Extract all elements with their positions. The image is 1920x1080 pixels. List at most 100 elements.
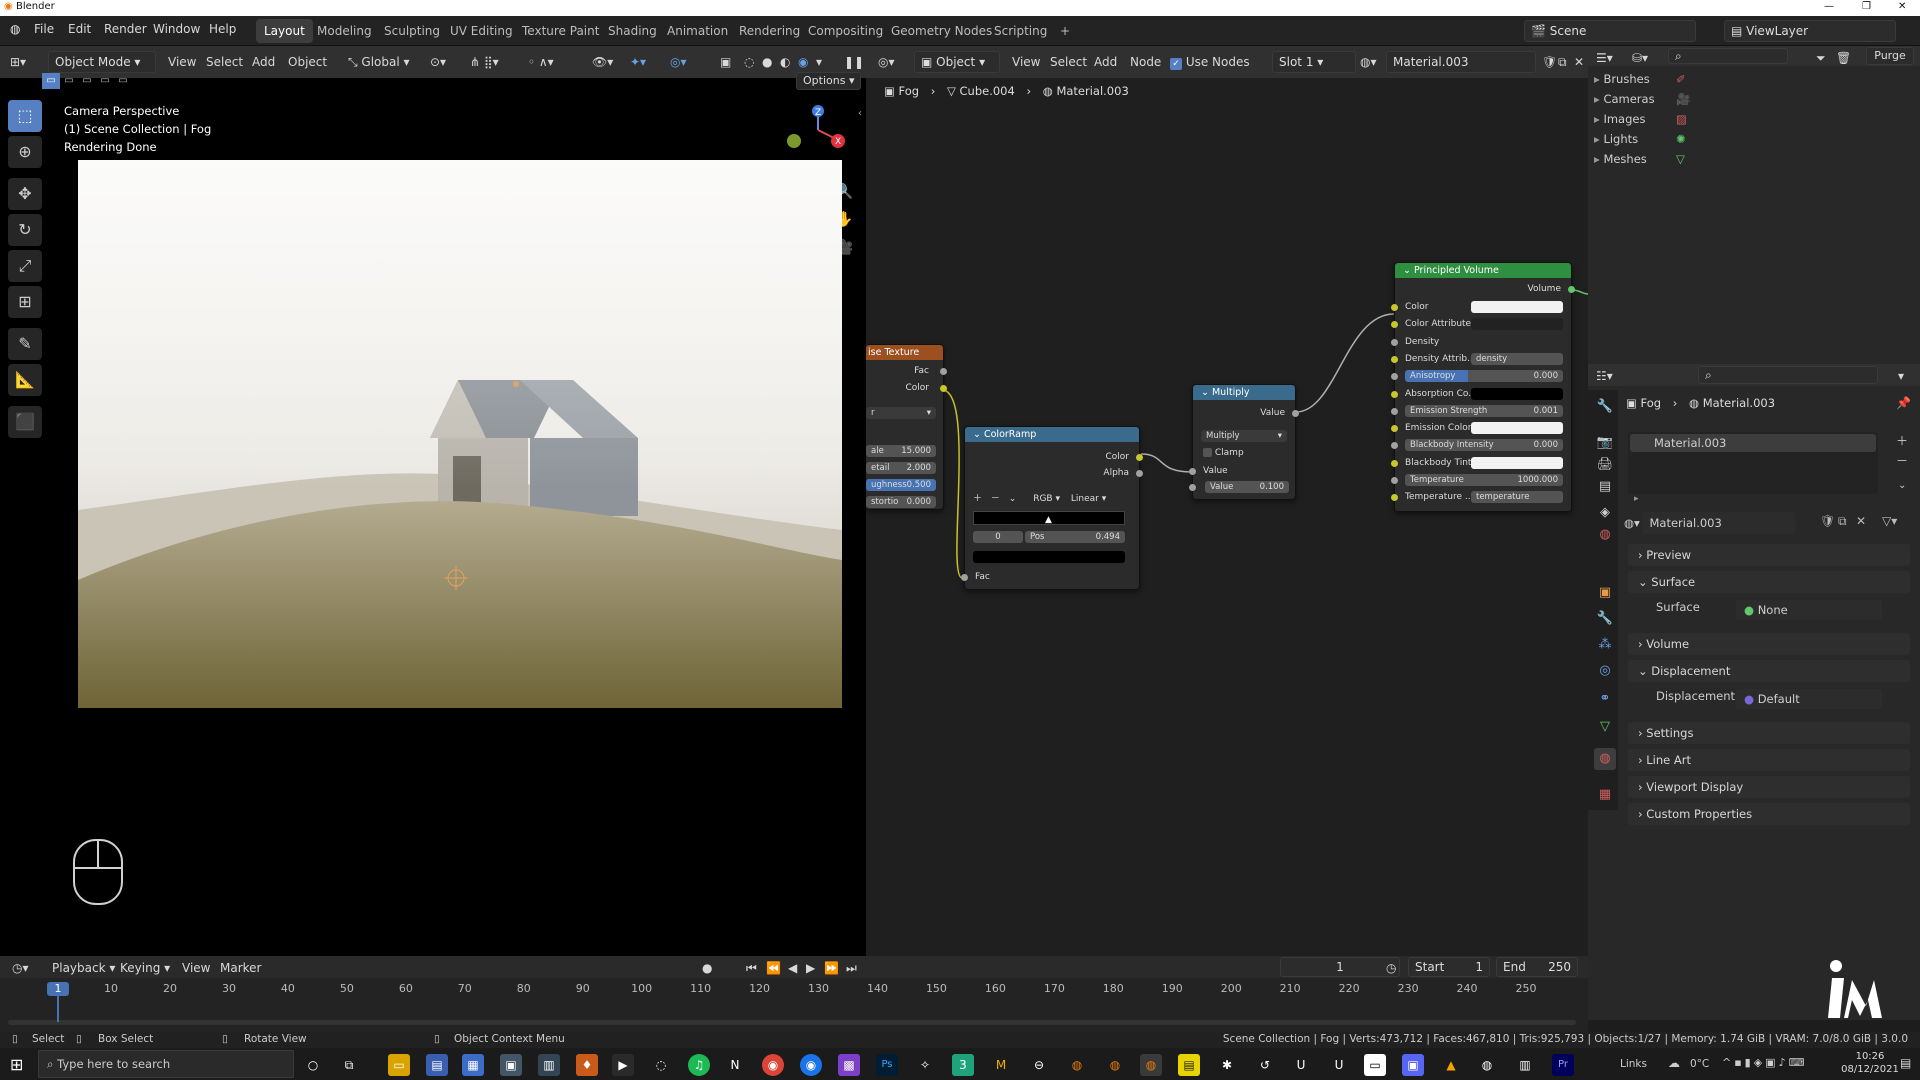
material-slot-item[interactable]: Material.003	[1630, 434, 1876, 452]
surface-shader-field[interactable]: ● None	[1736, 600, 1882, 620]
record-icon[interactable]: ●	[702, 958, 712, 978]
app-icon-11[interactable]: M	[990, 1054, 1012, 1076]
gizmo-y-axis[interactable]	[787, 134, 801, 148]
editor-type-icon[interactable]: ⊞▾	[10, 52, 26, 72]
jump-keyframe-forward-icon[interactable]: ⏩	[824, 958, 839, 978]
app-icon-3[interactable]: ▣	[500, 1054, 522, 1076]
volume-input-color[interactable]: Color	[1391, 301, 1571, 314]
volume-input-socket[interactable]	[1391, 459, 1398, 467]
multiply-output-socket[interactable]	[1292, 410, 1299, 417]
volume-input-socket[interactable]	[1391, 321, 1398, 329]
measure-tool-icon[interactable]: 📐	[8, 364, 42, 396]
view-layer-tab-icon[interactable]: ▤	[1594, 476, 1616, 498]
remove-stop-icon[interactable]: －	[991, 494, 1000, 504]
end-frame-field[interactable]: End 250	[1496, 957, 1578, 977]
app-icon-4[interactable]: ♦	[576, 1054, 598, 1076]
volume-input-value-field[interactable]: Temperature 1000.000	[1405, 474, 1563, 486]
noise-texture-node[interactable]: ise Texture Fac Color r ▾ ale 15.000 etail…	[866, 344, 947, 510]
shading-material-icon[interactable]: ◐	[780, 52, 790, 72]
app-icon-7[interactable]: N	[724, 1054, 746, 1076]
output-tab-icon[interactable]: 🖨	[1594, 454, 1616, 476]
multiply-value-field[interactable]: Value 0.100	[1205, 481, 1289, 493]
playback-menu[interactable]: Playback ▾	[52, 958, 115, 978]
pin-icon[interactable]: 📌	[1896, 396, 1911, 410]
viewport-menu-add[interactable]: Add	[252, 52, 275, 72]
volume-input-blackbody-intensity[interactable]: Blackbody IntensityBlackbody Intensity0.…	[1391, 439, 1571, 452]
tab-sculpting[interactable]: Sculpting	[376, 19, 448, 43]
play-reverse-icon[interactable]: ◀	[788, 958, 797, 978]
current-frame-field[interactable]: 1	[1280, 957, 1400, 977]
volume-input-color-attribute[interactable]: Color Attribute	[1391, 318, 1571, 331]
volume-input-absorption-co[interactable]: Absorption Co...	[1391, 387, 1571, 401]
panel-custom-properties[interactable]: › Custom Properties	[1628, 803, 1910, 825]
outliner-item-lights[interactable]: ▸ Lights ✺	[1594, 132, 1914, 152]
panel-settings[interactable]: › Settings	[1628, 722, 1910, 744]
app-icon-2[interactable]: ▦	[462, 1054, 484, 1076]
scene-tab-icon[interactable]: ◈	[1594, 502, 1616, 524]
timeline-scrollbar[interactable]	[8, 1020, 1576, 1025]
menu-window[interactable]: Window	[153, 22, 200, 36]
stop-index-field[interactable]: 0	[973, 531, 1023, 543]
material-datablock-field[interactable]: Material.003	[1643, 512, 1796, 534]
volume-input-temperature[interactable]: TemperatureTemperature1000.000	[1391, 474, 1571, 487]
volume-output-socket[interactable]	[1568, 286, 1575, 293]
select-invert-icon[interactable]: ▭	[96, 73, 114, 89]
options-dropdown[interactable]: Options ▾	[796, 72, 862, 90]
menu-help[interactable]: Help	[209, 22, 236, 36]
shading-solid-icon[interactable]: ●	[762, 52, 772, 72]
noise-scale-field[interactable]: ale 15.000	[866, 445, 936, 457]
viewport-menu-select[interactable]: Select	[206, 52, 243, 72]
outliner-item-images[interactable]: ▸ Images ▨	[1594, 112, 1914, 132]
properties-search-input[interactable]: ⌕	[1698, 366, 1878, 384]
orientation-dropdown[interactable]: ⤡ Global ▾	[348, 52, 410, 72]
purge-button[interactable]: Purge	[1866, 47, 1914, 65]
volume-input-value-field[interactable]	[1471, 301, 1563, 313]
blender-menu-icon[interactable]: ◍	[10, 22, 20, 36]
display-mode-icon[interactable]: ⛁▾	[1632, 48, 1648, 68]
volume-input-socket[interactable]	[1391, 373, 1398, 381]
volume-input-value-field[interactable]	[1471, 456, 1563, 469]
material-browse-icon[interactable]: ◍▾	[1624, 516, 1643, 530]
app-icon-10[interactable]: 3	[952, 1054, 974, 1076]
particles-tab-icon[interactable]: ⁂	[1594, 634, 1616, 656]
panel-viewport-display[interactable]: › Viewport Display	[1628, 776, 1910, 798]
volume-input-value-field[interactable]: Emission Strength 0.001	[1405, 404, 1563, 417]
app-icon-16[interactable]: ▣	[1402, 1054, 1424, 1076]
file-explorer-icon[interactable]: ▭	[388, 1054, 410, 1076]
blender-taskbar-icon-1[interactable]: ◍	[1066, 1054, 1088, 1076]
stop-position-field[interactable]: Pos 0.494	[1025, 531, 1125, 543]
duplicate-icon[interactable]: ⧉	[1838, 514, 1847, 529]
scale-tool-icon[interactable]: ⤢	[8, 250, 42, 282]
tab-rendering[interactable]: Rendering	[731, 19, 808, 43]
remove-slot-icon[interactable]: －	[1896, 452, 1908, 469]
link-mode-icon[interactable]: ▽▾	[1882, 514, 1897, 528]
color-mode-dropdown[interactable]: RGB ▾	[1033, 494, 1060, 504]
windows-start-icon[interactable]: ⊞	[10, 1055, 23, 1074]
premiere-icon[interactable]: Pr	[1552, 1054, 1574, 1076]
maximize-icon[interactable]: ❐	[1862, 1, 1871, 12]
volume-input-socket[interactable]	[1391, 494, 1398, 502]
select-intersect-icon[interactable]: ▭	[114, 73, 132, 89]
timeline-editor-icon[interactable]: ◷▾	[12, 958, 29, 978]
select-extend-icon[interactable]: ▭	[60, 73, 78, 89]
gizmo-icon[interactable]: ✦▾	[630, 52, 646, 72]
app-icon-9[interactable]: ✧	[914, 1054, 936, 1076]
select-new-icon[interactable]: ▭	[42, 73, 60, 89]
clamp-checkbox[interactable]: Clamp	[1193, 447, 1295, 460]
jump-start-icon[interactable]: ⏮	[746, 958, 757, 978]
volume-input-value-field[interactable]: Anisotropy 0.000	[1405, 370, 1563, 383]
outliner-item-meshes[interactable]: ▸ Meshes ▽	[1594, 152, 1914, 172]
stop-color-swatch[interactable]	[973, 551, 1125, 563]
cortana-icon[interactable]: ○	[302, 1054, 324, 1076]
vlc-icon[interactable]: ▲	[1440, 1054, 1462, 1076]
pivot-icon[interactable]: ⊙▾	[430, 52, 446, 72]
tab-layout[interactable]: Layout	[256, 19, 313, 43]
volume-input-emission-color[interactable]: Emission Color	[1391, 422, 1571, 435]
preview-range-icon[interactable]: ◷	[1386, 958, 1396, 978]
volume-input-temperature[interactable]: Temperature ... temperature	[1391, 491, 1571, 504]
data-tab-icon[interactable]: ▽	[1594, 716, 1616, 738]
overlay-icon[interactable]: ◎▾	[670, 52, 687, 72]
steam-icon[interactable]: ◍	[1476, 1054, 1498, 1076]
slot-menu-icon[interactable]: ⌄	[1898, 480, 1906, 491]
app-icon-14[interactable]: ↺	[1254, 1054, 1276, 1076]
